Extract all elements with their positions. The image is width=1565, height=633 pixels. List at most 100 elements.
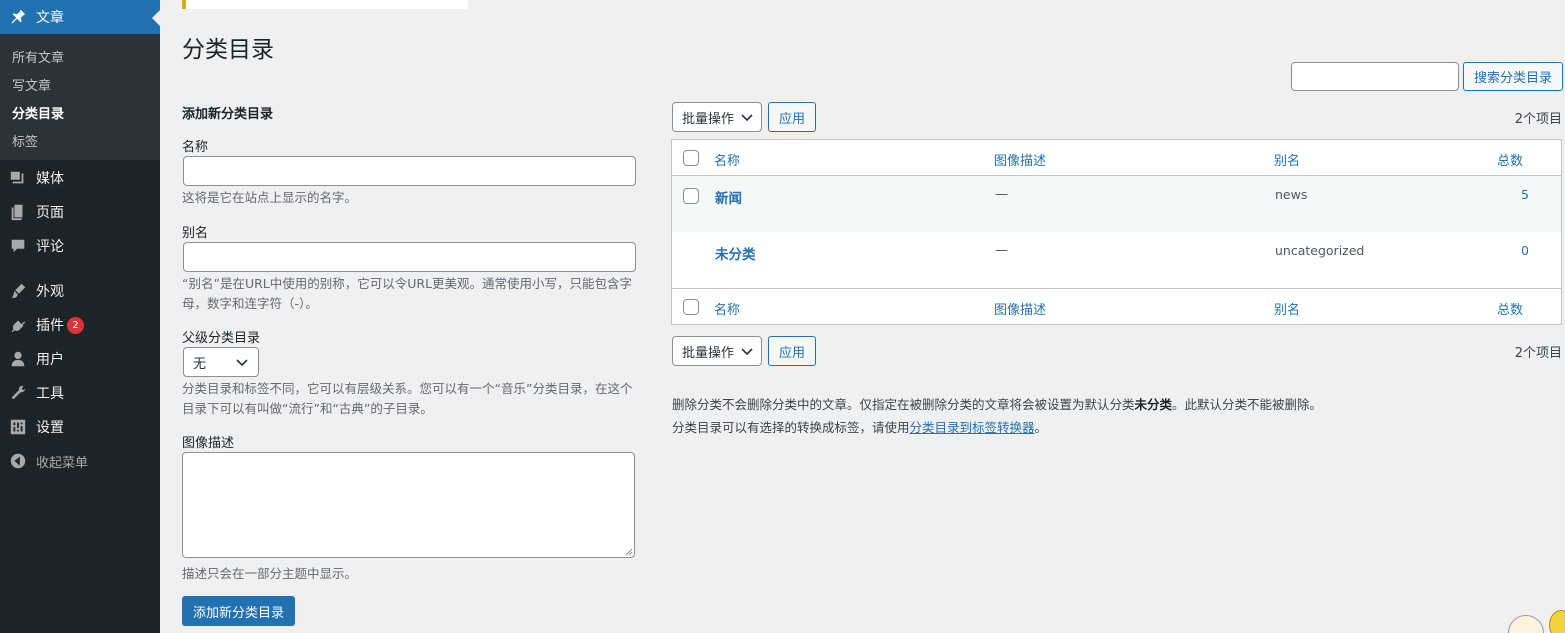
menu-users[interactable]: 用户 — [0, 342, 160, 376]
slug-input[interactable] — [183, 242, 636, 272]
column-description[interactable]: 图像描述 — [994, 150, 1046, 169]
menu-pages-label: 页面 — [36, 205, 64, 221]
name-label: 名称 — [182, 140, 209, 155]
column-name-footer[interactable]: 名称 — [714, 299, 740, 318]
search-categories-input[interactable] — [1291, 62, 1459, 91]
page-title: 分类目录 — [182, 37, 274, 63]
resize-grip-icon[interactable] — [625, 548, 633, 556]
menu-posts[interactable]: 文章 — [0, 0, 160, 34]
slug-help: “别名”是在URL中使用的别称，它可以令URL更美观。通常使用小写，只能包含字母… — [182, 276, 633, 311]
category-count-link[interactable]: 5 — [1521, 187, 1529, 202]
select-all-checkbox[interactable] — [683, 150, 699, 166]
convert-note: 分类目录可以有选择的转换成标签，请使用分类目录到标签转换器。 — [672, 417, 1047, 436]
menu-tools[interactable]: 工具 — [0, 376, 160, 410]
chevron-down-icon — [236, 359, 248, 367]
column-name[interactable]: 名称 — [714, 150, 740, 169]
add-category-button[interactable]: 添加新分类目录 — [182, 596, 295, 626]
default-category-name: 未分类 — [1134, 397, 1173, 412]
name-help: 这将是它在站点上显示的名字。 — [182, 190, 358, 205]
parent-help: 分类目录和标签不同，它可以有层级关系。您可以有一个“音乐”分类目录，在这个目录下… — [182, 381, 633, 416]
menu-appearance-label: 外观 — [36, 284, 64, 300]
submenu-tags[interactable]: 标签 — [12, 131, 38, 150]
category-name-link[interactable]: 未分类 — [715, 243, 756, 263]
category-description: — — [995, 243, 1008, 258]
submenu-categories[interactable]: 分类目录 — [12, 103, 64, 122]
menu-plugins[interactable]: 插件 2 — [0, 308, 160, 342]
comments-icon — [0, 237, 36, 255]
users-icon — [0, 350, 36, 368]
menu-settings-label: 设置 — [36, 420, 64, 436]
menu-posts-label: 文章 — [36, 10, 64, 26]
menu-plugins-label: 插件 — [36, 318, 64, 334]
apply-button-bottom[interactable]: 应用 — [768, 336, 816, 366]
table-footer: 名称 图像描述 别名 总数 — [672, 288, 1561, 324]
table-header: 名称 图像描述 别名 总数 — [672, 140, 1561, 176]
pin-icon — [0, 8, 36, 26]
select-all-checkbox-footer[interactable] — [683, 299, 699, 315]
table-row: 新闻 — news 5 — [672, 176, 1561, 232]
plugins-icon — [0, 316, 36, 334]
description-label: 图像描述 — [182, 436, 235, 451]
settings-icon — [0, 418, 36, 436]
current-menu-arrow — [152, 10, 160, 26]
item-count-top: 2个项目 — [1514, 112, 1562, 127]
convert-note-suffix: 。 — [1034, 420, 1048, 435]
column-count[interactable]: 总数 — [1497, 150, 1523, 169]
category-slug: news — [1275, 187, 1308, 202]
chevron-down-icon — [741, 114, 753, 122]
menu-users-label: 用户 — [36, 352, 64, 368]
menu-comments[interactable]: 评论 — [0, 229, 160, 263]
parent-category-select[interactable]: 无 — [183, 347, 259, 377]
description-help: 描述只会在一部分主题中显示。 — [182, 566, 358, 581]
slug-label: 别名 — [182, 226, 209, 241]
parent-select-value: 无 — [193, 356, 207, 372]
mascot-avatar — [1508, 615, 1544, 633]
category-description: — — [995, 187, 1008, 202]
posts-submenu: 所有文章 写文章 分类目录 标签 — [0, 34, 160, 160]
convert-note-text: 分类目录可以有选择的转换成标签，请使用 — [672, 420, 910, 435]
menu-media-label: 媒体 — [36, 171, 64, 187]
row-checkbox[interactable] — [683, 188, 699, 204]
submenu-new-post[interactable]: 写文章 — [12, 75, 51, 94]
category-slug: uncategorized — [1275, 243, 1365, 258]
column-slug[interactable]: 别名 — [1274, 150, 1300, 169]
menu-pages[interactable]: 页面 — [0, 195, 160, 229]
menu-comments-label: 评论 — [36, 239, 64, 255]
menu-settings[interactable]: 设置 — [0, 410, 160, 444]
admin-notice — [182, 0, 468, 9]
collapse-icon — [0, 452, 36, 470]
bulk-actions-select-top[interactable]: 批量操作 — [672, 102, 762, 132]
bulk-actions-select-bottom[interactable]: 批量操作 — [672, 336, 762, 366]
converter-link[interactable]: 分类目录到标签转换器 — [910, 420, 1035, 435]
bulk-actions-label: 批量操作 — [682, 345, 735, 361]
description-textarea[interactable] — [182, 452, 635, 558]
column-slug-footer[interactable]: 别名 — [1274, 299, 1300, 318]
chevron-down-icon — [741, 348, 753, 356]
column-description-footer[interactable]: 图像描述 — [994, 299, 1046, 318]
admin-sidebar: 文章 所有文章 写文章 分类目录 标签 媒体 页面 评论 外观 插件 2 用户 … — [0, 0, 160, 633]
bulk-actions-label: 批量操作 — [682, 111, 735, 127]
delete-note-suffix: 。此默认分类不能被删除。 — [1172, 397, 1323, 412]
delete-note-text: 删除分类不会删除分类中的文章。仅指定在被删除分类的文章将会被设置为默认分类 — [672, 397, 1135, 412]
apply-button-top[interactable]: 应用 — [768, 102, 816, 132]
category-name-link[interactable]: 新闻 — [715, 187, 742, 207]
parent-label: 父级分类目录 — [182, 331, 261, 346]
category-count-link[interactable]: 0 — [1521, 243, 1529, 258]
submenu-all-posts[interactable]: 所有文章 — [12, 47, 64, 66]
plugins-update-badge: 2 — [67, 316, 84, 334]
name-input[interactable] — [183, 156, 636, 186]
mascot-avatar-secondary — [1549, 610, 1565, 633]
appearance-icon — [0, 282, 36, 300]
categories-table: 名称 图像描述 别名 总数 新闻 — news 5 未分类 — uncatego… — [671, 139, 1562, 325]
column-count-footer[interactable]: 总数 — [1497, 299, 1523, 318]
collapse-menu[interactable]: 收起菜单 — [0, 444, 160, 478]
table-row: 未分类 — uncategorized 0 — [672, 232, 1561, 288]
menu-appearance[interactable]: 外观 — [0, 274, 160, 308]
item-count-bottom: 2个项目 — [1514, 346, 1562, 361]
media-icon — [0, 169, 36, 187]
delete-note: 删除分类不会删除分类中的文章。仅指定在被删除分类的文章将会被设置为默认分类未分类… — [672, 394, 1322, 413]
collapse-menu-label: 收起菜单 — [36, 455, 89, 471]
menu-media[interactable]: 媒体 — [0, 161, 160, 195]
menu-tools-label: 工具 — [36, 386, 64, 402]
search-categories-button[interactable]: 搜索分类目录 — [1463, 62, 1563, 91]
